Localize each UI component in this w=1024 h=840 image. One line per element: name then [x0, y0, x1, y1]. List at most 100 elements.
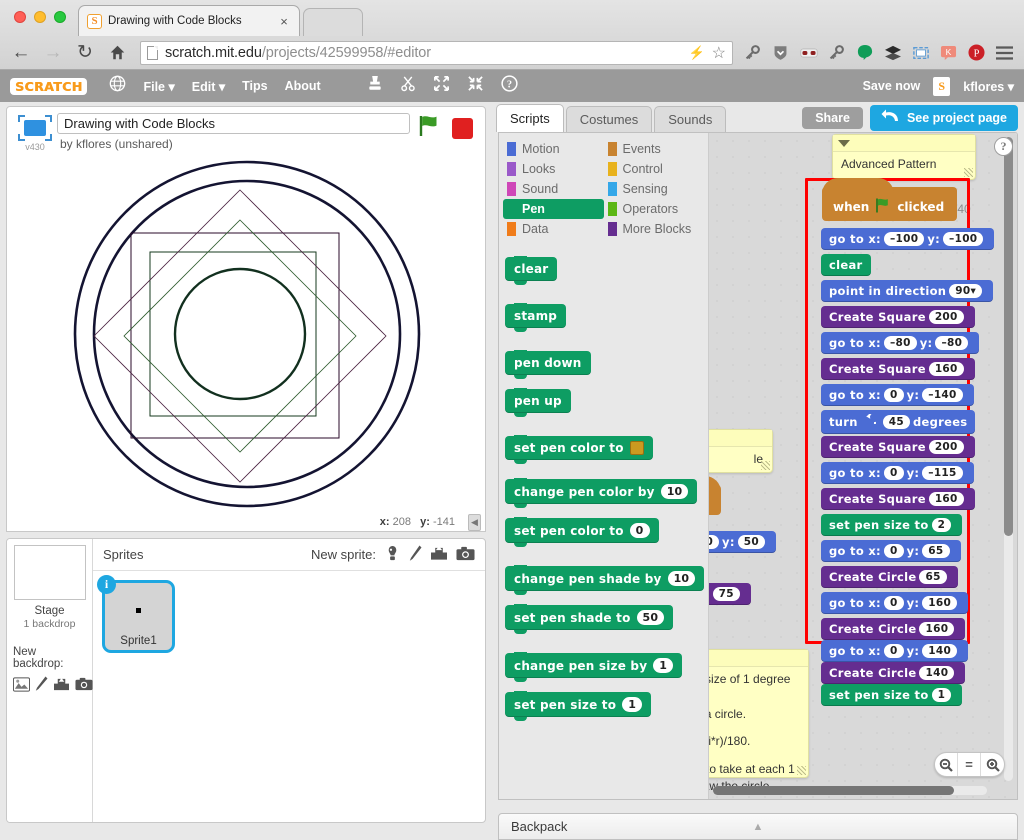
script-block-set-pen-size-1[interactable]: set pen size to 1	[821, 684, 963, 706]
block-input[interactable]: 75	[712, 587, 740, 601]
shield-icon[interactable]	[771, 43, 790, 62]
category-operators[interactable]: Operators	[604, 199, 705, 219]
stamp-icon[interactable]	[367, 75, 383, 97]
address-bar[interactable]: scratch.mit.edu/projects/42599958/#edito…	[140, 40, 733, 65]
paint-icon[interactable]	[35, 676, 48, 697]
share-button[interactable]: Share	[802, 107, 863, 129]
zoom-reset-button[interactable]: =	[958, 753, 981, 776]
see-project-page-button[interactable]: See project page	[869, 105, 1018, 131]
block-input-degrees[interactable]: 45	[882, 415, 910, 429]
script-block-clear[interactable]: clear	[821, 254, 871, 276]
browser-tab[interactable]: S Drawing with Code Blocks ×	[78, 5, 300, 36]
palette-block-change-pen-size[interactable]: change pen size by 1	[505, 652, 683, 682]
category-pen[interactable]: Pen	[503, 199, 604, 219]
palette-block-set-pen-shade[interactable]: set pen shade to 50	[505, 604, 674, 634]
category-motion[interactable]: Motion	[503, 139, 604, 159]
script-block-goto-5[interactable]: go to x: 0 y: 65	[821, 540, 961, 562]
block-input[interactable]: 10	[660, 484, 689, 499]
comment-math-explainer[interactable]: on = arc size of 1 degree of rence of a …	[709, 649, 809, 793]
palette-block-set-pen-color-swatch[interactable]: set pen color to	[505, 435, 653, 464]
scrollbar-thumb[interactable]	[713, 786, 955, 795]
comment-advanced-pattern[interactable]: Advanced Pattern	[832, 134, 976, 180]
scratch-logo[interactable]: SCRATCH	[10, 77, 88, 95]
block-input-x[interactable]: 0	[883, 466, 904, 480]
palette-block-change-pen-color[interactable]: change pen color by 10	[505, 478, 698, 508]
palette-block-set-pen-color[interactable]: set pen color to 0	[505, 517, 659, 547]
collapse-stage-button[interactable]: ◀	[468, 514, 481, 531]
mask-icon[interactable]	[799, 43, 818, 62]
chevron-down-icon[interactable]	[838, 140, 850, 147]
user-menu[interactable]: kflores ▾	[963, 79, 1014, 94]
block-input-x[interactable]: 0	[883, 544, 904, 558]
block-input[interactable]: 10	[667, 571, 696, 586]
block-input-x[interactable]: 0	[883, 596, 904, 610]
block-input-y[interactable]: –100	[943, 232, 984, 246]
resize-grip[interactable]	[797, 766, 806, 775]
script-horizontal-scrollbar[interactable]	[713, 786, 987, 795]
shrink-icon[interactable]	[467, 75, 484, 97]
block-input-y[interactable]: 50	[737, 535, 765, 549]
block-input[interactable]: 160	[928, 362, 964, 376]
zoom-in-button[interactable]	[981, 753, 1004, 776]
hangouts-icon[interactable]	[855, 43, 874, 62]
close-window-button[interactable]	[14, 11, 26, 23]
partial-goto-block[interactable]: o to x: 0 y: 50	[709, 531, 776, 553]
bookmark-star-icon[interactable]: ☆	[712, 43, 726, 63]
block-input-x[interactable]: 0	[883, 388, 904, 402]
script-block-goto-7[interactable]: go to x: 0 y: 140	[821, 640, 969, 662]
project-title-input[interactable]	[57, 113, 410, 134]
palette-block-change-pen-shade[interactable]: change pen shade by 10	[505, 565, 705, 595]
block-input[interactable]: 2	[931, 518, 952, 532]
script-block-goto-3[interactable]: go to x: 0 y: –140	[821, 384, 974, 406]
script-block-when-flag-clicked[interactable]: when clicked	[822, 178, 958, 221]
script-block-goto-1[interactable]: go to x: –100 y: –100	[821, 228, 995, 250]
palette-block-pen-up[interactable]: pen up	[505, 388, 571, 417]
resize-grip[interactable]	[761, 461, 770, 470]
script-block-turn-ccw[interactable]: turn 45 degrees	[821, 410, 976, 434]
key-icon[interactable]	[743, 43, 762, 62]
help-button[interactable]: ?	[994, 137, 1013, 156]
tab-costumes[interactable]: Costumes	[565, 106, 653, 132]
comment-partial-mid[interactable]: le	[709, 429, 773, 473]
close-icon[interactable]: ×	[277, 14, 291, 29]
script-block-goto-4[interactable]: go to x: 0 y: –115	[821, 462, 974, 484]
script-block-goto-2[interactable]: go to x: –80 y: –80	[821, 332, 980, 354]
camera-icon[interactable]	[75, 677, 93, 696]
block-input[interactable]: 200	[928, 310, 964, 324]
block-input[interactable]: 1	[653, 658, 674, 673]
block-input[interactable]: 1	[622, 697, 643, 712]
comment-titlebar[interactable]	[709, 650, 808, 667]
kickass-icon[interactable]: K	[939, 43, 958, 62]
block-input[interactable]: 200	[928, 440, 964, 454]
block-input-y[interactable]: 160	[922, 596, 958, 610]
sprite-card-sprite1[interactable]: i Sprite1	[97, 575, 175, 653]
menu-edit[interactable]: Edit ▾	[192, 79, 225, 94]
lightning-icon[interactable]: ⚡	[688, 45, 704, 61]
stage-selector[interactable]: Stage 1 backdrop New backdrop:	[7, 539, 93, 822]
resize-grip[interactable]	[964, 168, 973, 177]
screenshot-icon[interactable]	[911, 43, 930, 62]
picture-icon[interactable]	[13, 676, 30, 697]
block-input[interactable]: 140	[919, 666, 955, 680]
avatar[interactable]: S	[933, 76, 951, 96]
palette-block-pen-down[interactable]: pen down	[505, 350, 591, 379]
palette-block-clear[interactable]: clear	[505, 256, 558, 285]
script-canvas[interactable]: Advanced Pattern le clicked o to x: 0 y:	[709, 133, 1017, 799]
sprite-info-badge[interactable]: i	[97, 575, 116, 594]
tab-scripts[interactable]: Scripts	[496, 104, 564, 132]
comment-titlebar[interactable]	[833, 135, 975, 152]
key2-icon[interactable]	[827, 43, 846, 62]
save-now-button[interactable]: Save now	[863, 79, 921, 93]
script-block-set-pen-size-2[interactable]: set pen size to 2	[821, 514, 963, 536]
category-control[interactable]: Control	[604, 159, 705, 179]
block-input[interactable]: 160	[919, 622, 955, 636]
script-block-create-circle-2[interactable]: Create Circle 160	[821, 618, 966, 640]
tab-sounds[interactable]: Sounds	[654, 106, 727, 132]
paint-icon[interactable]	[409, 545, 422, 565]
library-icon[interactable]	[384, 545, 401, 565]
block-input-y[interactable]: –115	[922, 466, 963, 480]
menu-icon[interactable]	[995, 43, 1014, 62]
category-data[interactable]: Data	[503, 219, 604, 239]
category-sensing[interactable]: Sensing	[604, 179, 705, 199]
back-icon[interactable]: ←	[8, 40, 34, 66]
